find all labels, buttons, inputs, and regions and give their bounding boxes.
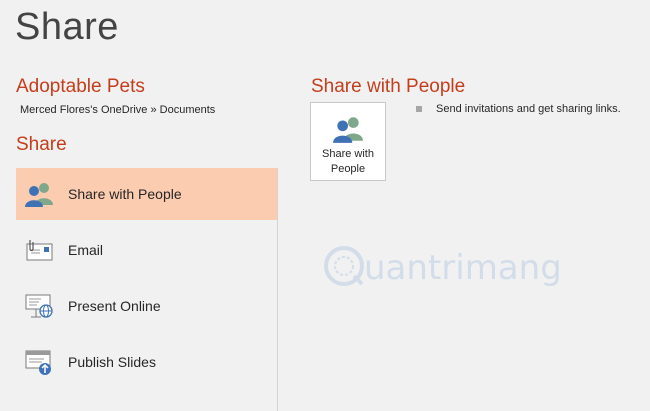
email-icon — [22, 233, 56, 267]
page-title: Share — [15, 6, 119, 48]
present-online-icon — [22, 289, 56, 323]
bullet-marker — [416, 106, 422, 112]
document-path: Merced Flores's OneDrive » Documents — [20, 104, 216, 116]
people-icon — [22, 177, 56, 211]
watermark: uantrimang — [322, 240, 562, 296]
document-title: Adoptable Pets — [16, 76, 145, 97]
sidebar-item-publish-slides[interactable]: Publish Slides — [16, 336, 277, 388]
sidebar-section-title: Share — [16, 134, 67, 155]
sidebar-item-label: Present Online — [68, 298, 161, 314]
quantrimang-logo-icon — [322, 244, 366, 293]
sidebar-item-share-with-people[interactable]: Share with People — [16, 168, 277, 220]
publish-slides-icon — [22, 345, 56, 379]
share-with-people-button[interactable]: Share with People — [310, 102, 386, 181]
main-title: Share with People — [311, 76, 466, 97]
share-card-label: Share with People — [322, 148, 374, 175]
pane-divider — [277, 168, 278, 411]
sidebar-item-label: Email — [68, 242, 104, 258]
sidebar-item-label: Publish Slides — [68, 354, 156, 370]
sidebar-item-email[interactable]: Email — [16, 224, 277, 276]
people-icon — [332, 115, 364, 143]
sidebar-item-present-online[interactable]: Present Online — [16, 280, 277, 332]
sidebar-item-label: Share with People — [68, 186, 182, 202]
watermark-text: uantrimang — [364, 248, 562, 288]
share-description: Send invitations and get sharing links. — [436, 103, 621, 115]
